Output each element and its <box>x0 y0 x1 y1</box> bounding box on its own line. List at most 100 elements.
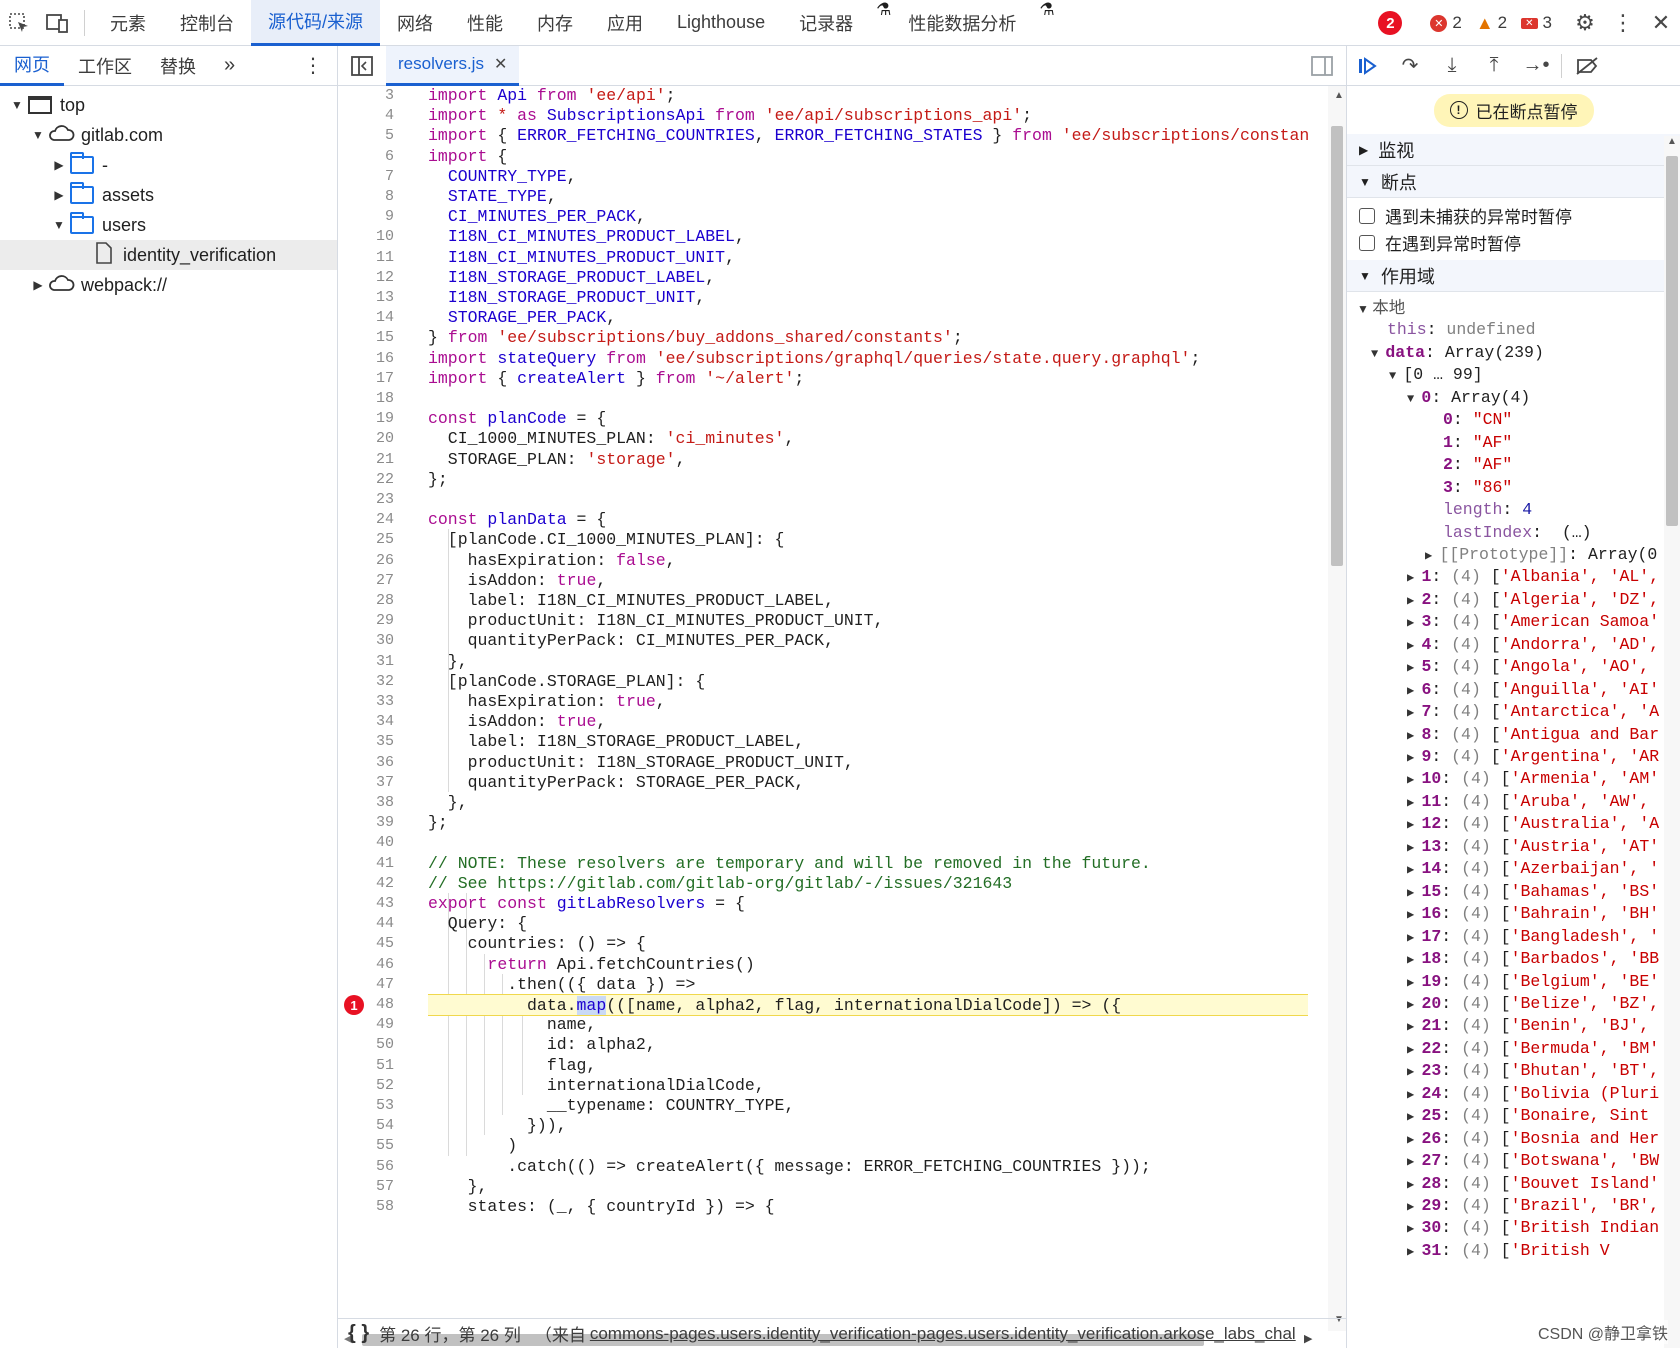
array-item-0[interactable]: ▼ 0: Array(4) <box>1407 386 1530 410</box>
line-number[interactable]: 13 <box>338 287 394 309</box>
code-line[interactable]: CI_MINUTES_PER_PACK, <box>428 206 646 228</box>
sidebar-scrollbar[interactable]: ▲ <box>1664 136 1680 1348</box>
code-line[interactable]: })), <box>428 1115 567 1137</box>
line-number[interactable]: 36 <box>338 752 394 774</box>
line-number[interactable]: 50 <box>338 1034 394 1056</box>
code-line[interactable]: }; <box>428 812 448 834</box>
section-breakpoints[interactable]: ▼ 断点 <box>1347 166 1680 198</box>
line-number[interactable]: 6 <box>338 146 394 168</box>
line-number[interactable]: 58 <box>338 1196 394 1218</box>
line-number[interactable]: 47 <box>338 974 394 996</box>
code-line[interactable]: // NOTE: These resolvers are temporary a… <box>428 853 1151 875</box>
code-line[interactable]: productUnit: I18N_STORAGE_PRODUCT_UNIT, <box>428 752 854 774</box>
array-item[interactable]: ▶ 13: (4) ['Austria', 'AT' <box>1407 835 1659 859</box>
tab-6[interactable]: 应用 <box>590 0 660 46</box>
line-number[interactable]: 37 <box>338 772 394 794</box>
line-number[interactable]: 5 <box>338 125 394 147</box>
line-number[interactable]: 17 <box>338 368 394 390</box>
scope-data[interactable]: ▼ data: Array(239) <box>1371 341 1544 365</box>
code-line[interactable]: return Api.fetchCountries() <box>428 954 754 976</box>
array-item[interactable]: ▶ 16: (4) ['Bahrain', 'BH' <box>1407 902 1659 926</box>
toggle-navigator-icon[interactable] <box>338 46 386 86</box>
tab-resolvers-js[interactable]: resolvers.js ✕ <box>386 45 520 86</box>
line-number[interactable]: 33 <box>338 691 394 713</box>
line-number[interactable]: 27 <box>338 570 394 592</box>
tab-3[interactable]: 网络 <box>380 0 450 46</box>
line-number[interactable]: 54 <box>338 1115 394 1137</box>
tab-0[interactable]: 元素 <box>93 0 163 46</box>
array-item[interactable]: ▶ 24: (4) ['Bolivia (Pluri <box>1407 1082 1659 1106</box>
line-number[interactable]: 35 <box>338 731 394 753</box>
code-line[interactable]: ) <box>428 1135 517 1157</box>
array-item[interactable]: ▶ 27: (4) ['Botswana', 'BW <box>1407 1149 1659 1173</box>
code-line[interactable]: STORAGE_PLAN: 'storage', <box>428 449 686 471</box>
code-line[interactable]: label: I18N_STORAGE_PRODUCT_LABEL, <box>428 731 805 753</box>
code-line[interactable]: flag, <box>428 1055 597 1077</box>
line-number[interactable]: 21 <box>338 449 394 471</box>
code-line[interactable]: hasExpiration: false, <box>428 550 676 572</box>
inspect-element-icon[interactable] <box>0 0 38 46</box>
array-item[interactable]: ▶ 21: (4) ['Benin', 'BJ', <box>1407 1014 1649 1038</box>
code-line[interactable]: name, <box>428 1014 597 1036</box>
vertical-scrollbar[interactable]: ▲ ▼ <box>1328 86 1346 1331</box>
line-number[interactable]: 29 <box>338 610 394 632</box>
line-number[interactable]: 9 <box>338 206 394 228</box>
code-line[interactable]: isAddon: true, <box>428 570 607 592</box>
line-number[interactable]: 51 <box>338 1055 394 1077</box>
array-entry[interactable]: 0: "CN" <box>1443 408 1512 432</box>
tab-9[interactable]: 性能数据分析 <box>891 0 1033 46</box>
more-vert-icon[interactable]: ⋮ <box>289 46 337 86</box>
code-line[interactable]: }, <box>428 1176 488 1198</box>
line-number[interactable]: 12 <box>338 267 394 289</box>
line-number[interactable]: 19 <box>338 408 394 430</box>
tab-2[interactable]: 源代码/来源 <box>251 0 381 46</box>
array-entry[interactable]: 1: "AF" <box>1443 431 1512 455</box>
code-line[interactable]: states: (_, { countryId }) => { <box>428 1196 775 1218</box>
deactivate-breakpoints-icon[interactable] <box>1566 46 1608 86</box>
source-map-link[interactable]: commons-pages.users.identity_verificatio… <box>590 1324 1296 1344</box>
code-lines[interactable]: import Api from 'ee/api'; import * as Sub… <box>428 86 1308 1331</box>
line-number[interactable]: 10 <box>338 226 394 248</box>
code-line[interactable]: import { <box>428 146 507 168</box>
line-number[interactable]: 15 <box>338 327 394 349</box>
code-line[interactable]: label: I18N_CI_MINUTES_PRODUCT_LABEL, <box>428 590 834 612</box>
line-number[interactable]: 57 <box>338 1176 394 1198</box>
code-line[interactable]: COUNTRY_TYPE, <box>428 166 577 188</box>
code-line[interactable]: [planCode.STORAGE_PLAN]: { <box>428 671 705 693</box>
gear-icon[interactable]: ⚙ <box>1566 0 1604 46</box>
code-line[interactable]: .catch(() => createAlert({ message: ERRO… <box>428 1156 1151 1178</box>
issues-counter[interactable]: ✕ 3 <box>1521 13 1552 33</box>
line-number[interactable]: 40 <box>338 832 394 854</box>
resume-icon[interactable] <box>1347 46 1389 86</box>
line-number[interactable]: 16 <box>338 348 394 370</box>
line-number[interactable]: 31 <box>338 651 394 673</box>
line-number[interactable]: 52 <box>338 1075 394 1097</box>
array-item[interactable]: ▶ 3: (4) ['American Samoa' <box>1407 610 1659 634</box>
array-item[interactable]: ▶ 18: (4) ['Barbados', 'BB <box>1407 947 1659 971</box>
line-number[interactable]: 8 <box>338 186 394 208</box>
code-line[interactable]: I18N_STORAGE_PRODUCT_UNIT, <box>428 287 705 309</box>
code-line[interactable]: } from 'ee/subscriptions/buy_addons_shar… <box>428 327 963 349</box>
tab-page[interactable]: 网页 <box>0 46 64 86</box>
breakpoint-marker[interactable]: 1 <box>344 995 364 1015</box>
line-number[interactable]: 41 <box>338 853 394 875</box>
more-tabs-icon[interactable]: » <box>210 46 249 86</box>
pause-uncaught-checkbox[interactable]: 遇到未捕获的异常时暂停 <box>1347 202 1680 229</box>
code-line[interactable]: id: alpha2, <box>428 1034 656 1056</box>
array-item[interactable]: ▶ 6: (4) ['Anguilla', 'AI' <box>1407 678 1659 702</box>
tab-4[interactable]: 性能 <box>450 0 520 46</box>
code-line[interactable]: STATE_TYPE, <box>428 186 557 208</box>
scope-local[interactable]: ▼ 本地 <box>1357 296 1405 320</box>
scroll-up-icon[interactable]: ▲ <box>1334 90 1344 101</box>
pretty-print-icon[interactable]: { } <box>348 1322 369 1345</box>
array-item[interactable]: ▶ 31: (4) ['British V <box>1407 1239 1610 1263</box>
code-line[interactable]: quantityPerPack: STORAGE_PER_PACK, <box>428 772 805 794</box>
code-line[interactable]: Query: { <box>428 913 527 935</box>
code-line[interactable]: import * as SubscriptionsApi from 'ee/ap… <box>428 105 1032 127</box>
code-line[interactable]: isAddon: true, <box>428 711 607 733</box>
close-icon[interactable]: ✕ <box>1642 0 1680 46</box>
code-line[interactable]: }, <box>428 792 468 814</box>
code-line[interactable]: // See https://gitlab.com/gitlab-org/git… <box>428 873 1012 895</box>
line-number[interactable]: 55 <box>338 1135 394 1157</box>
array-entry[interactable]: 3: "86" <box>1443 476 1512 500</box>
